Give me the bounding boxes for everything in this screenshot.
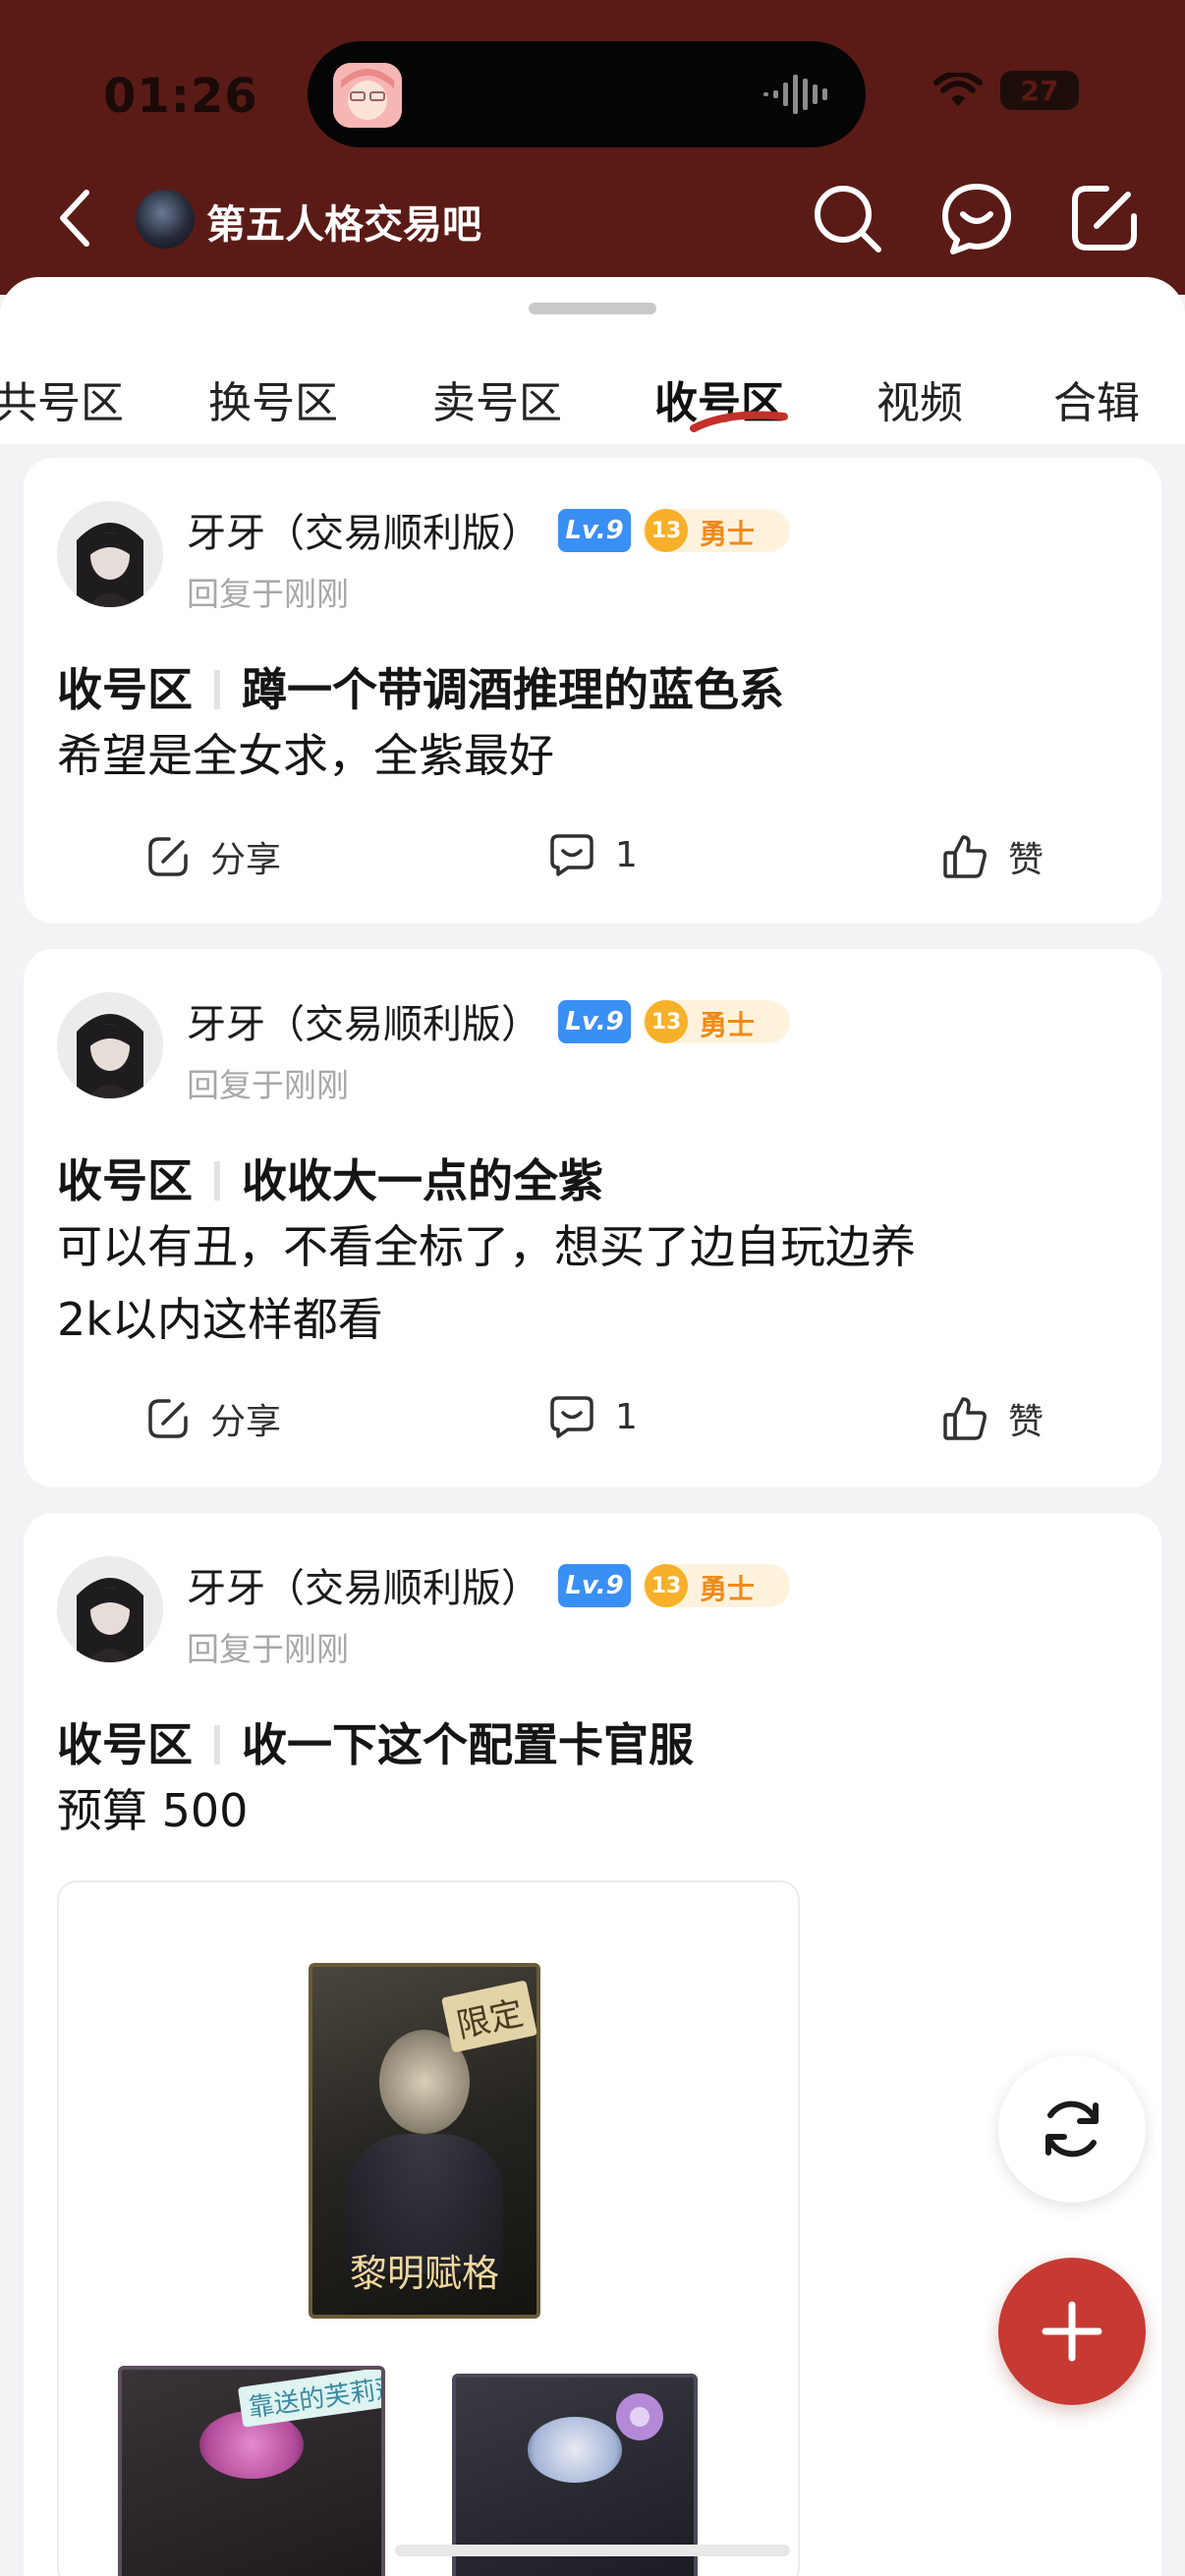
post-title[interactable]: 收号区 收一下这个配置卡官服 [57,1709,694,1774]
post-title-text[interactable]: 蹲一个带调酒推理的蓝色系 [242,663,784,716]
level-badge: Lv.9 [558,1000,631,1043]
tabs-bar: 共号区 换号区 卖号区 收号区 视频 合辑 [0,277,1185,444]
tab-sell-accounts[interactable]: 卖号区 [432,367,562,430]
comment-button[interactable]: 1 [548,831,638,878]
dynamic-island [308,41,866,147]
username[interactable]: 牙牙（交易顺利版） [187,992,540,1049]
status-icons: 27 [933,71,1079,110]
tab-videos[interactable]: 视频 [876,367,963,430]
share-icon [148,837,188,876]
comment-count: 1 [615,834,638,875]
rank-number: 13 [645,509,688,552]
post-category[interactable]: 收号区 [57,663,193,716]
user-avatar[interactable] [57,501,163,607]
like-button[interactable]: 赞 [941,1393,1044,1444]
forum-avatar[interactable] [136,190,195,249]
post-image[interactable]: 限定 黎明赋格 靠送的芙莉莲 [57,1880,800,2576]
thumbs-up-icon [943,835,987,878]
post-body-line: 可以有丑，不看全标了，想买了边自玩边养 [57,1220,916,1273]
level-badge: Lv.9 [558,509,631,552]
comment-button[interactable]: 1 [548,1393,638,1440]
post-card[interactable]: 牙牙（交易顺利版） Lv.9 13 勇士 回复于刚刚 收号区 收收大一点的全紫 可… [24,949,1161,1487]
post-category[interactable]: 收号区 [57,1718,193,1771]
rank-title: 勇士 [700,1573,756,1605]
post-title[interactable]: 收号区 收收大一点的全紫 [57,1146,603,1210]
status-time: 01:26 [103,69,258,124]
limited-tag: 限定 [441,1980,536,2053]
flower-ornament-icon [616,2393,663,2440]
new-post-button[interactable] [998,2258,1146,2405]
post-category[interactable]: 收号区 [57,1154,193,1207]
refresh-icon [1045,2100,1099,2157]
audio-wave-icon [763,75,827,114]
title-separator [214,1725,220,1764]
sheet-grabber[interactable] [529,303,656,314]
back-arrow-icon[interactable] [55,187,94,250]
username[interactable]: 牙牙（交易顺利版） [187,1556,540,1613]
user-avatar[interactable] [57,992,163,1098]
home-indicator[interactable] [395,2545,790,2556]
character-card-image: 靠送的芙莉莲 [118,2366,385,2576]
forum-title[interactable]: 第五人格交易吧 [206,193,481,250]
comment-icon [550,1396,593,1438]
search-icon[interactable] [810,181,884,255]
username[interactable]: 牙牙（交易顺利版） [187,501,540,558]
title-separator [214,670,220,709]
share-button[interactable]: 分享 [145,1393,281,1444]
thumbs-up-icon [943,1397,987,1440]
share-label: 分享 [210,840,282,880]
comment-count: 1 [615,1396,638,1437]
plus-icon [1042,2301,1102,2362]
like-label: 赞 [1008,840,1044,880]
rank-number: 13 [645,1000,688,1043]
post-card[interactable]: 牙牙（交易顺利版） Lv.9 13 勇士 回复于刚刚 收号区 蹲一个带调酒推理的蓝… [24,458,1161,924]
tab-share-accounts[interactable]: 共号区 [0,367,124,430]
character-card-image: 限定 黎明赋格 [309,1963,540,2319]
message-icon[interactable] [939,181,1014,255]
rank-badge: 13 勇士 [643,509,790,552]
level-badge: Lv.9 [558,1564,631,1607]
tab-collections[interactable]: 合辑 [1053,367,1140,430]
post-title[interactable]: 收号区 蹲一个带调酒推理的蓝色系 [57,654,784,719]
card-name: 黎明赋格 [349,2252,499,2295]
rank-badge: 13 勇士 [643,1564,790,1607]
post-body-line: 2k以内这样都看 [57,1293,383,1346]
active-tab-underline [690,411,788,432]
rank-badge: 13 勇士 [643,1000,790,1043]
user-avatar[interactable] [57,1556,163,1662]
card-tag: 靠送的芙莉莲 [237,2370,381,2428]
post-time: 回复于刚刚 [187,575,349,613]
rank-title: 勇士 [700,1009,756,1041]
title-separator [214,1161,220,1201]
like-label: 赞 [1008,1402,1044,1442]
post-time: 回复于刚刚 [187,1630,349,1668]
island-app-icon [333,63,402,128]
battery-indicator: 27 [1000,71,1079,110]
post-card[interactable]: 牙牙（交易顺利版） Lv.9 13 勇士 回复于刚刚 收号区 收一下这个配置卡官服… [24,1513,1161,2576]
app-header: 01:26 27 第五人格交易吧 [0,0,1185,295]
share-icon [148,1399,188,1438]
like-button[interactable]: 赞 [941,831,1044,882]
edit-icon[interactable] [1067,181,1142,255]
post-time: 回复于刚刚 [187,1066,349,1104]
post-body-line: 预算 500 [57,1784,249,1837]
post-title-text[interactable]: 收一下这个配置卡官服 [242,1718,694,1771]
post-body[interactable]: 预算 500 [57,1774,248,1847]
post-body[interactable]: 希望是全女求，全紫最好 [57,719,554,792]
post-body-line: 希望是全女求，全紫最好 [57,729,554,782]
post-body[interactable]: 可以有丑，不看全标了，想买了边自玩边养 2k以内这样都看 [57,1210,916,1356]
rank-number: 13 [645,1564,688,1607]
rank-title: 勇士 [700,518,756,550]
share-label: 分享 [210,1402,282,1442]
wifi-icon [933,73,983,106]
refresh-button[interactable] [998,2055,1146,2203]
tab-trade-accounts[interactable]: 换号区 [208,367,338,430]
comment-icon [550,834,593,876]
post-title-text[interactable]: 收收大一点的全紫 [242,1154,603,1207]
share-button[interactable]: 分享 [145,831,281,882]
